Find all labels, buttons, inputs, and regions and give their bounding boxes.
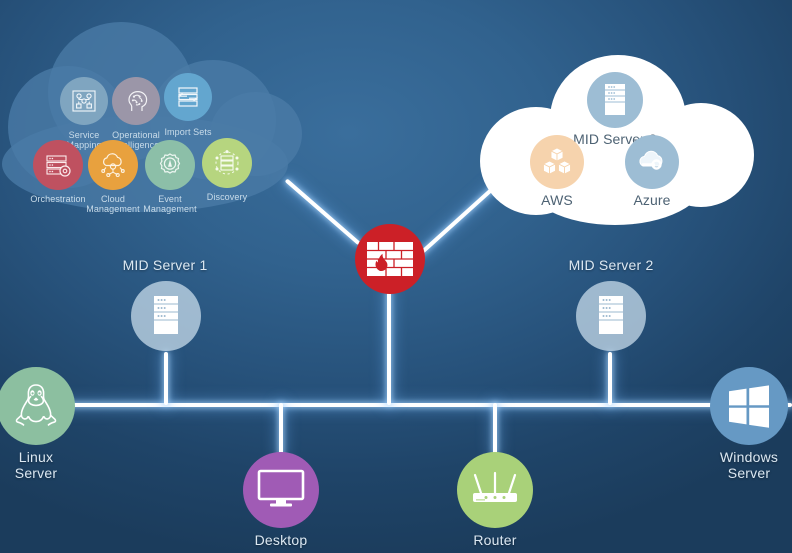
cloud-icon-label: Azure [582,192,722,208]
wire-mid2-to-bus [608,352,612,405]
brain-head-icon [128,90,148,111]
node-label-mid-server-1: MID Server 1 [65,257,265,273]
server-icon [605,84,625,115]
cloud-management-icon [101,153,125,178]
desktop-circle[interactable] [243,452,319,528]
service-mapping-icon [72,90,96,112]
cloud-icon-cloud-management[interactable] [88,140,138,190]
mid-server-2-circle[interactable] [576,281,646,351]
node-label-windows-server: Windows Server [649,449,792,481]
discovery-icon [215,150,239,175]
cloud-icon-azure[interactable] [625,135,679,189]
label-line: Discovery [206,192,248,202]
cloud-icon-discovery[interactable] [202,138,252,188]
wire-bus-to-router [493,403,497,455]
label-line: Windows [719,449,779,465]
orchestration-server-icon [46,155,71,177]
node-label-desktop: Desktop [181,532,381,548]
label-line: Server [727,465,771,481]
node-label-linux-server: Linux Server [0,449,136,481]
cloud-icon-operational-intelligence[interactable] [112,77,160,125]
label-line: Management [143,204,197,214]
public-cloud: MID Server 3 AWS Azure [470,55,760,225]
cloud-icon-aws[interactable] [530,135,584,189]
network-bus-line [0,403,792,407]
label-line: MID Server 1 [122,257,208,273]
windows-server-circle[interactable] [710,367,788,445]
linux-server-circle[interactable] [0,367,75,445]
cloud-icon-label: Discovery [172,192,282,202]
label-line: Import Sets [164,127,212,137]
node-label-mid-server-2: MID Server 2 [511,257,711,273]
import-sets-icon [177,87,199,107]
label-line: Linux [18,449,54,465]
linux-penguin-icon [15,384,57,426]
router-icon [473,471,517,502]
windows-logo-icon [729,385,769,428]
label-line: MID Server 2 [568,257,654,273]
azure-cloud-icon [639,150,663,170]
node-label-router: Router [395,532,595,548]
server-icon [154,296,178,334]
cloud-icon-event-management[interactable] [145,140,195,190]
wire-bus-to-desktop [279,403,283,455]
label-line: Server [14,465,58,481]
network-diagram: Service Mapping Operational Intelligence [0,0,792,553]
wire-mid1-to-bus [164,352,168,405]
label-line: Router [473,532,517,548]
cloud-icon-label: Import Sets [133,127,243,137]
label-line: Desktop [254,532,308,548]
router-circle[interactable] [457,452,533,528]
mid-server-1-circle[interactable] [131,281,201,351]
firewall-icon [367,242,413,276]
servicenow-cloud: Service Mapping Operational Intelligence [0,20,302,214]
server-icon [599,296,623,334]
wire-firewall-to-bus [387,290,391,405]
cloud-icon-import-sets[interactable] [164,73,212,121]
desktop-monitor-icon [257,469,305,507]
label-line: Azure [633,192,671,208]
event-management-icon [159,153,181,174]
aws-boxes-icon [542,147,572,175]
cloud-icon-mid-server-3[interactable] [587,72,643,128]
cloud-icon-service-mapping[interactable] [60,77,108,125]
cloud-icon-orchestration[interactable] [33,140,83,190]
firewall-circle[interactable] [355,224,425,294]
